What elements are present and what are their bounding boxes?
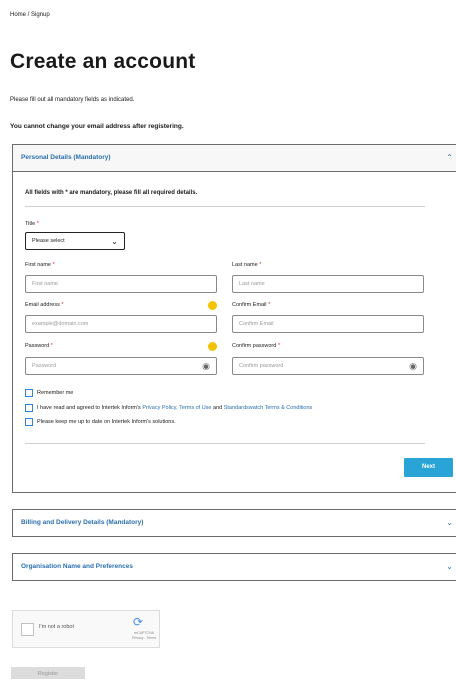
divider [25,443,425,444]
last-name-input[interactable]: Last name [232,275,424,293]
privacy-policy-link[interactable]: Privacy Policy, Terms of Use [142,405,211,411]
password-placeholder: Password [32,363,57,369]
chevron-down-icon: ⌄ [446,562,453,571]
next-button[interactable]: Next [404,458,453,477]
chevron-down-icon: ⌄ [446,518,453,527]
confirm-password-input[interactable]: Confirm password ◉ [232,357,424,375]
recaptcha-widget: I'm not a robot ⟳ reCAPTCHA Privacy - Te… [12,610,160,648]
updates-label: Please keep me up to date on Intertek In… [37,419,176,425]
first-name-label: First name * [25,262,55,268]
breadcrumb[interactable]: Home / Signup [10,12,50,18]
eye-icon[interactable]: ◉ [409,361,417,371]
divider [25,206,425,207]
chevron-down-icon: ⌄ [111,237,118,246]
recaptcha-label: I'm not a robot [39,624,74,630]
confirm-email-label: Confirm Email * [232,302,271,308]
terms-checkbox[interactable] [25,404,33,412]
email-warning-text: You cannot change your email address aft… [10,123,184,130]
billing-delivery-panel[interactable]: Billing and Delivery Details (Mandatory)… [12,509,456,537]
password-input[interactable]: Password ◉ [25,357,217,375]
organisation-header[interactable]: Organisation Name and Preferences ⌄ [13,554,456,580]
personal-details-title: Personal Details (Mandatory) [21,154,111,161]
remember-me-label: Remember me [37,390,74,396]
email-label: Email address * [25,302,64,308]
personal-details-header[interactable]: Personal Details (Mandatory) ⌃ [13,145,456,172]
intro-text: Please fill out all mandatory fields as … [10,97,135,103]
title-label: Title * [25,221,39,227]
confirm-email-input[interactable]: Confirm Email [232,315,424,333]
page-title: Create an account [10,50,196,73]
title-select[interactable]: Please select ⌄ [25,232,125,250]
warning-dot-icon[interactable] [208,301,217,310]
organisation-title: Organisation Name and Preferences [21,563,133,570]
billing-delivery-title: Billing and Delivery Details (Mandatory) [21,519,144,526]
first-name-input[interactable]: First name [25,275,217,293]
mandatory-note: All fields with * are mandatory, please … [25,190,198,196]
standardswatch-terms-link[interactable]: Standardswatch Terms & Conditions [224,405,313,411]
organisation-panel[interactable]: Organisation Name and Preferences ⌄ [12,553,456,581]
register-button[interactable]: Register [11,667,85,679]
terms-label: I have read and agreed to Intertek Infor… [37,405,313,411]
eye-icon[interactable]: ◉ [202,361,210,371]
last-name-label: Last name * [232,262,262,268]
updates-checkbox[interactable] [25,418,33,426]
remember-me-checkbox[interactable] [25,389,33,397]
confirm-password-placeholder: Confirm password [239,363,284,369]
confirm-password-label: Confirm password * [232,343,280,349]
chevron-up-icon: ⌃ [446,153,453,162]
billing-delivery-header[interactable]: Billing and Delivery Details (Mandatory)… [13,510,456,536]
recaptcha-logo-icon: ⟳ [133,615,144,629]
password-label: Password * [25,343,53,349]
email-input[interactable]: example@domain.com [25,315,217,333]
recaptcha-checkbox[interactable] [21,623,34,636]
recaptcha-footer: reCAPTCHA Privacy - Terms [129,631,159,641]
title-select-value: Please select [32,238,65,244]
warning-dot-icon[interactable] [208,342,217,351]
recaptcha-links[interactable]: Privacy - Terms [129,636,159,641]
